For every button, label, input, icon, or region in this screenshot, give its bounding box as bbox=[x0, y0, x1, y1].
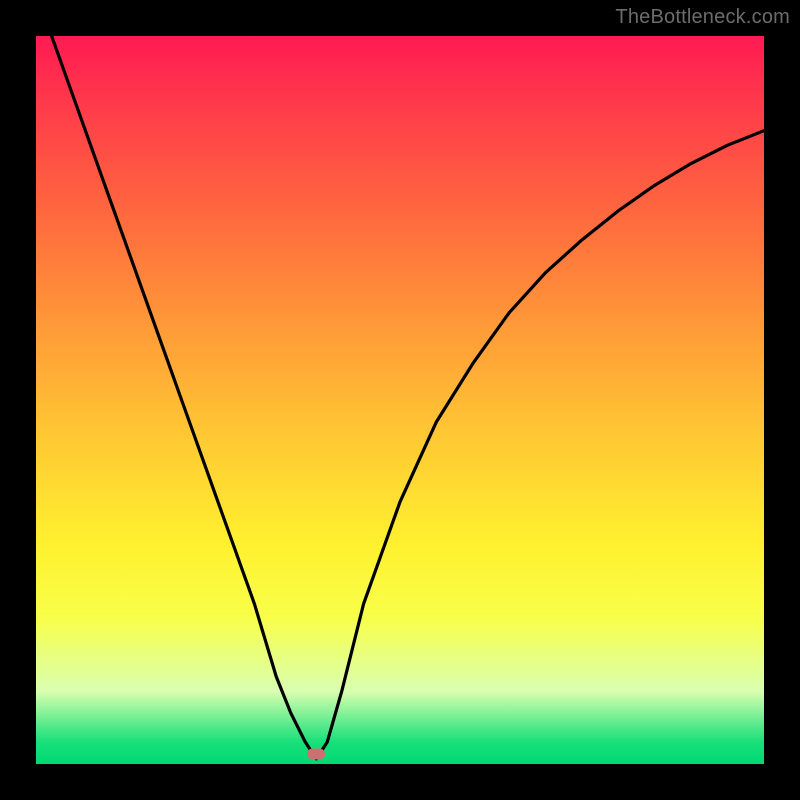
chart-frame: TheBottleneck.com bbox=[0, 0, 800, 800]
bottleneck-curve bbox=[36, 36, 764, 764]
watermark-text: TheBottleneck.com bbox=[615, 6, 790, 29]
optimum-marker bbox=[307, 749, 325, 760]
plot-area bbox=[36, 36, 764, 764]
